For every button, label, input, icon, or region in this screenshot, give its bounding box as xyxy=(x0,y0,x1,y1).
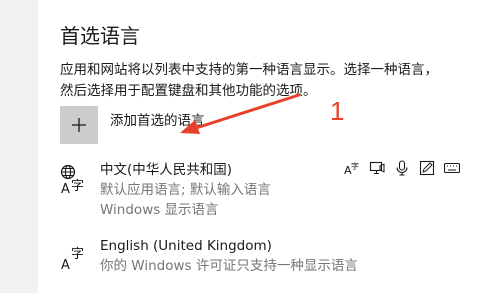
language-item-english[interactable]: A 字 English (United Kingdom) 你的 Windows … xyxy=(60,236,358,276)
plus-icon xyxy=(72,118,86,132)
language-item-chinese[interactable]: A 字 中文(中华人民共和国) 默认应用语言; 默认输入语言 Windows 显… xyxy=(60,160,271,220)
language-name: English (United Kingdom) xyxy=(100,238,272,254)
text-to-speech-icon: A 字 xyxy=(344,161,359,176)
language-feature-icons: A 字 xyxy=(344,160,460,176)
language-icon: A 字 xyxy=(61,247,84,272)
section-description: 应用和网站将以列表中支持的第一种语言显示。选择一种语言，然后选择用于配置键盘和其… xyxy=(60,62,438,99)
speech-icon xyxy=(396,160,408,176)
svg-text:字: 字 xyxy=(71,247,84,262)
display-language-icon xyxy=(369,161,385,175)
language-subtitle: 默认应用语言; 默认输入语言 xyxy=(100,182,271,198)
handwriting-icon xyxy=(419,160,435,176)
language-globe-icon: A 字 xyxy=(60,164,84,196)
language-name: 中文(中华人民共和国) xyxy=(100,162,233,178)
svg-text:A: A xyxy=(61,182,70,196)
language-subtitle: Windows 显示语言 xyxy=(100,202,219,218)
add-language-row[interactable]: 添加首选的语言 xyxy=(60,106,205,144)
add-language-label: 添加首选的语言 xyxy=(110,113,205,129)
svg-text:字: 字 xyxy=(351,161,359,171)
svg-text:A: A xyxy=(61,258,70,272)
keyboard-icon xyxy=(444,162,460,174)
page-title: 首选语言 xyxy=(60,24,140,48)
svg-text:字: 字 xyxy=(71,179,84,194)
annotation-number: 1 xyxy=(330,96,345,126)
add-language-button[interactable] xyxy=(60,106,98,144)
language-subtitle: 你的 Windows 许可证只支持一种显示语言 xyxy=(100,258,358,274)
left-panel-edge xyxy=(0,0,38,293)
